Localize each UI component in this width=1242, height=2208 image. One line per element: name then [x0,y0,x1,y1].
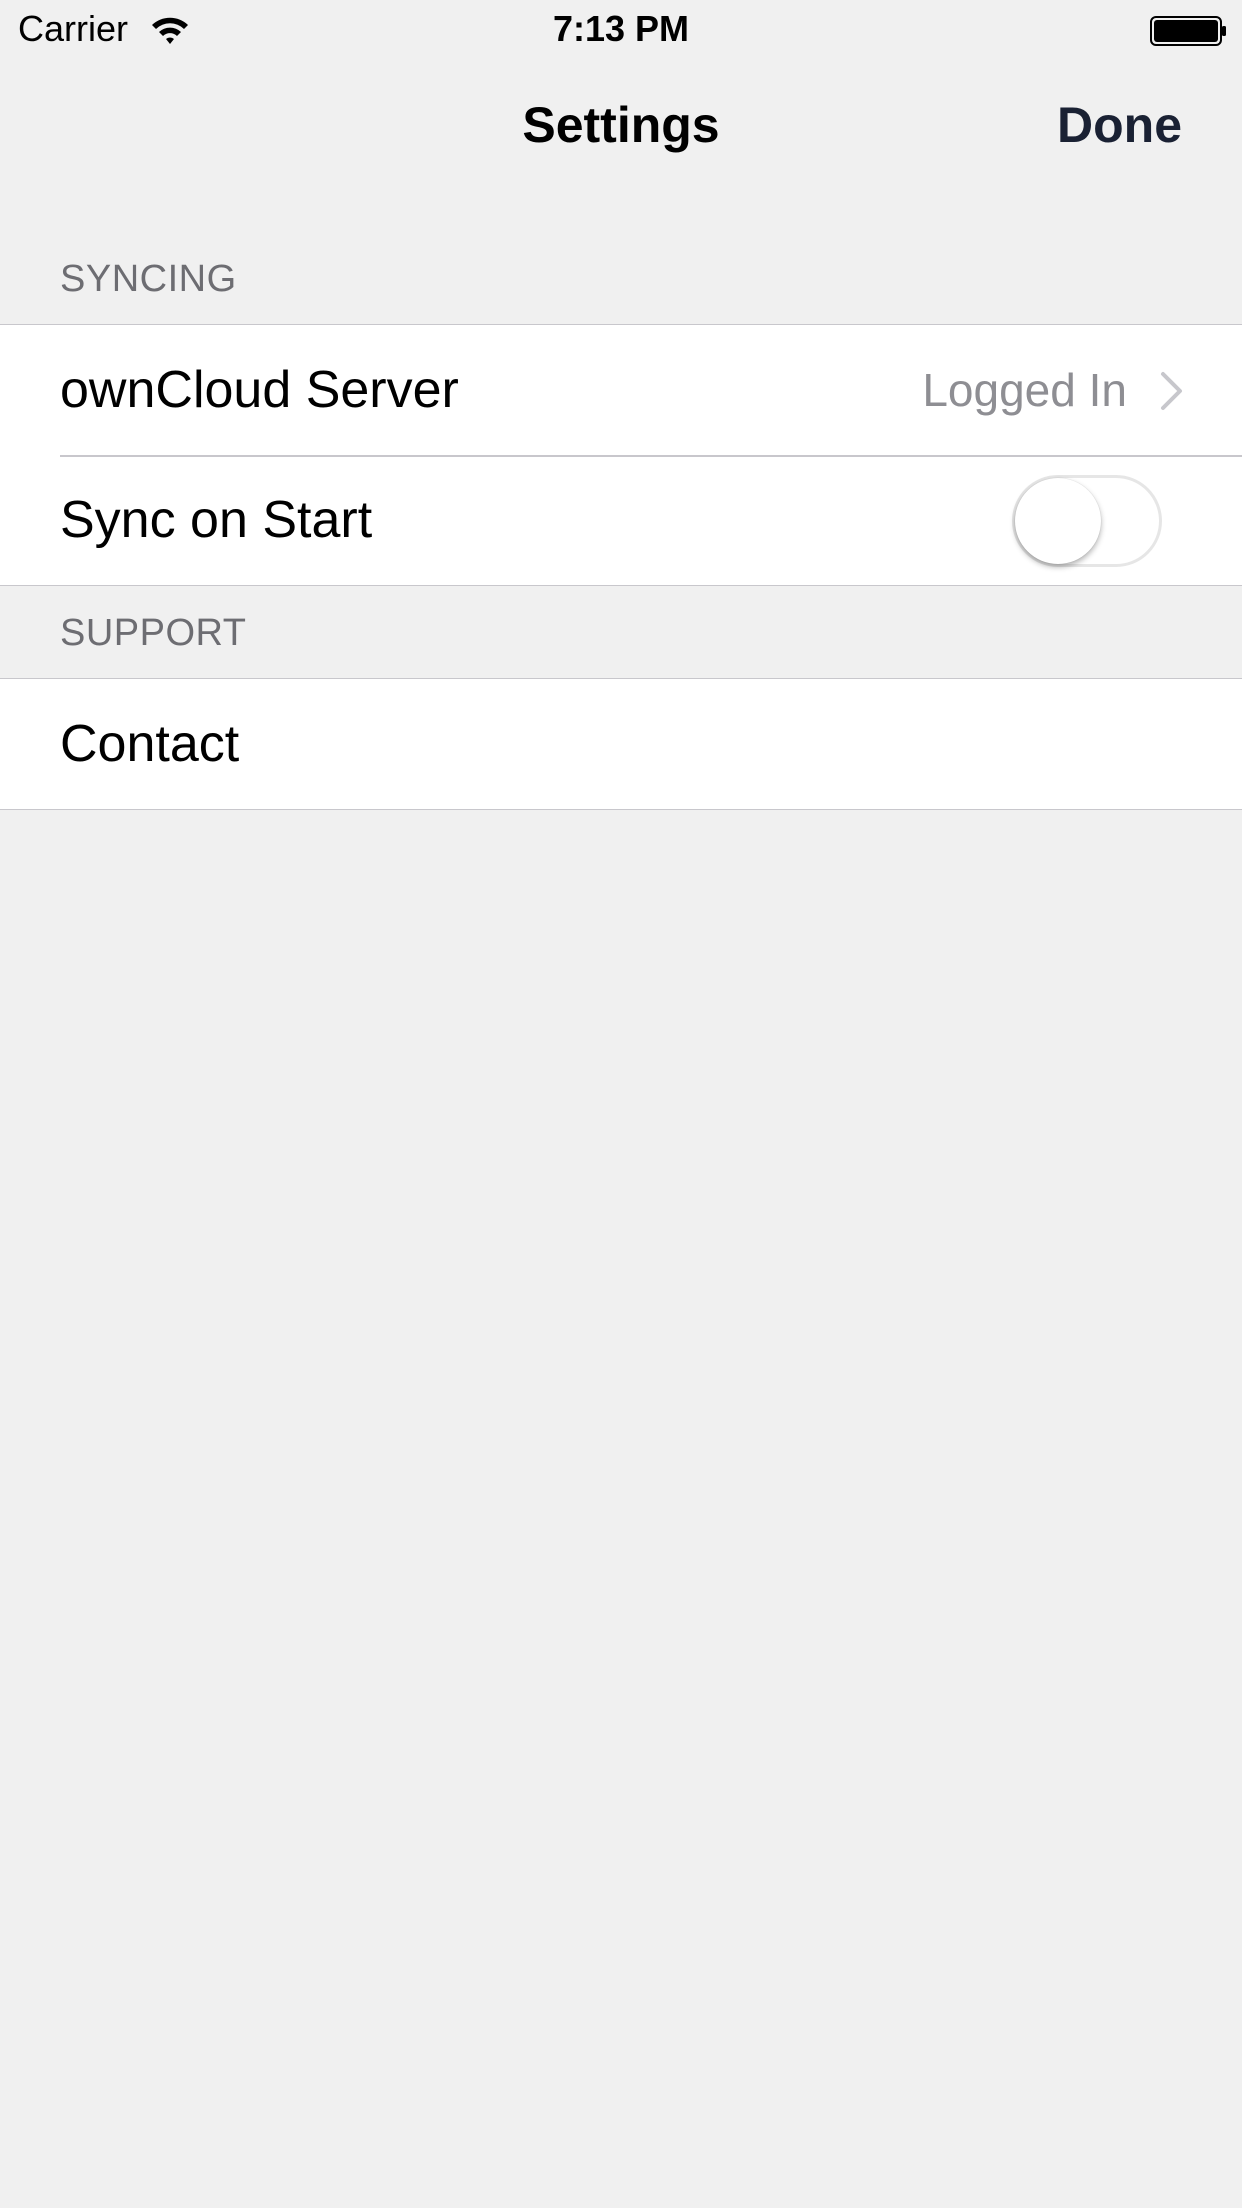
contact-label: Contact [60,715,240,773]
chevron-right-icon [1161,372,1182,410]
support-group: Contact [0,678,1242,810]
toggle-knob [1015,478,1101,564]
battery-full-icon [1150,16,1226,46]
owncloud-server-row[interactable]: ownCloud Server Logged In [0,325,1242,455]
sync-on-start-label: Sync on Start [60,491,373,549]
page-title: Settings [522,97,720,153]
syncing-group: ownCloud Server Logged In Sync on Start [0,324,1242,586]
status-bar: Carrier 7:13 PM [0,0,1242,60]
sync-on-start-row: Sync on Start [0,455,1242,585]
section-header-support: SUPPORT [60,612,247,654]
done-button[interactable]: Done [1057,96,1182,154]
sync-on-start-toggle[interactable] [1012,475,1162,567]
contact-row[interactable]: Contact [0,679,1242,809]
login-status-detail: Logged In [922,364,1127,416]
navigation-bar: Settings Done [0,60,1242,190]
owncloud-server-label: ownCloud Server [60,361,459,419]
status-time: 7:13 PM [552,8,690,49]
section-header-syncing: SYNCING [60,258,237,300]
